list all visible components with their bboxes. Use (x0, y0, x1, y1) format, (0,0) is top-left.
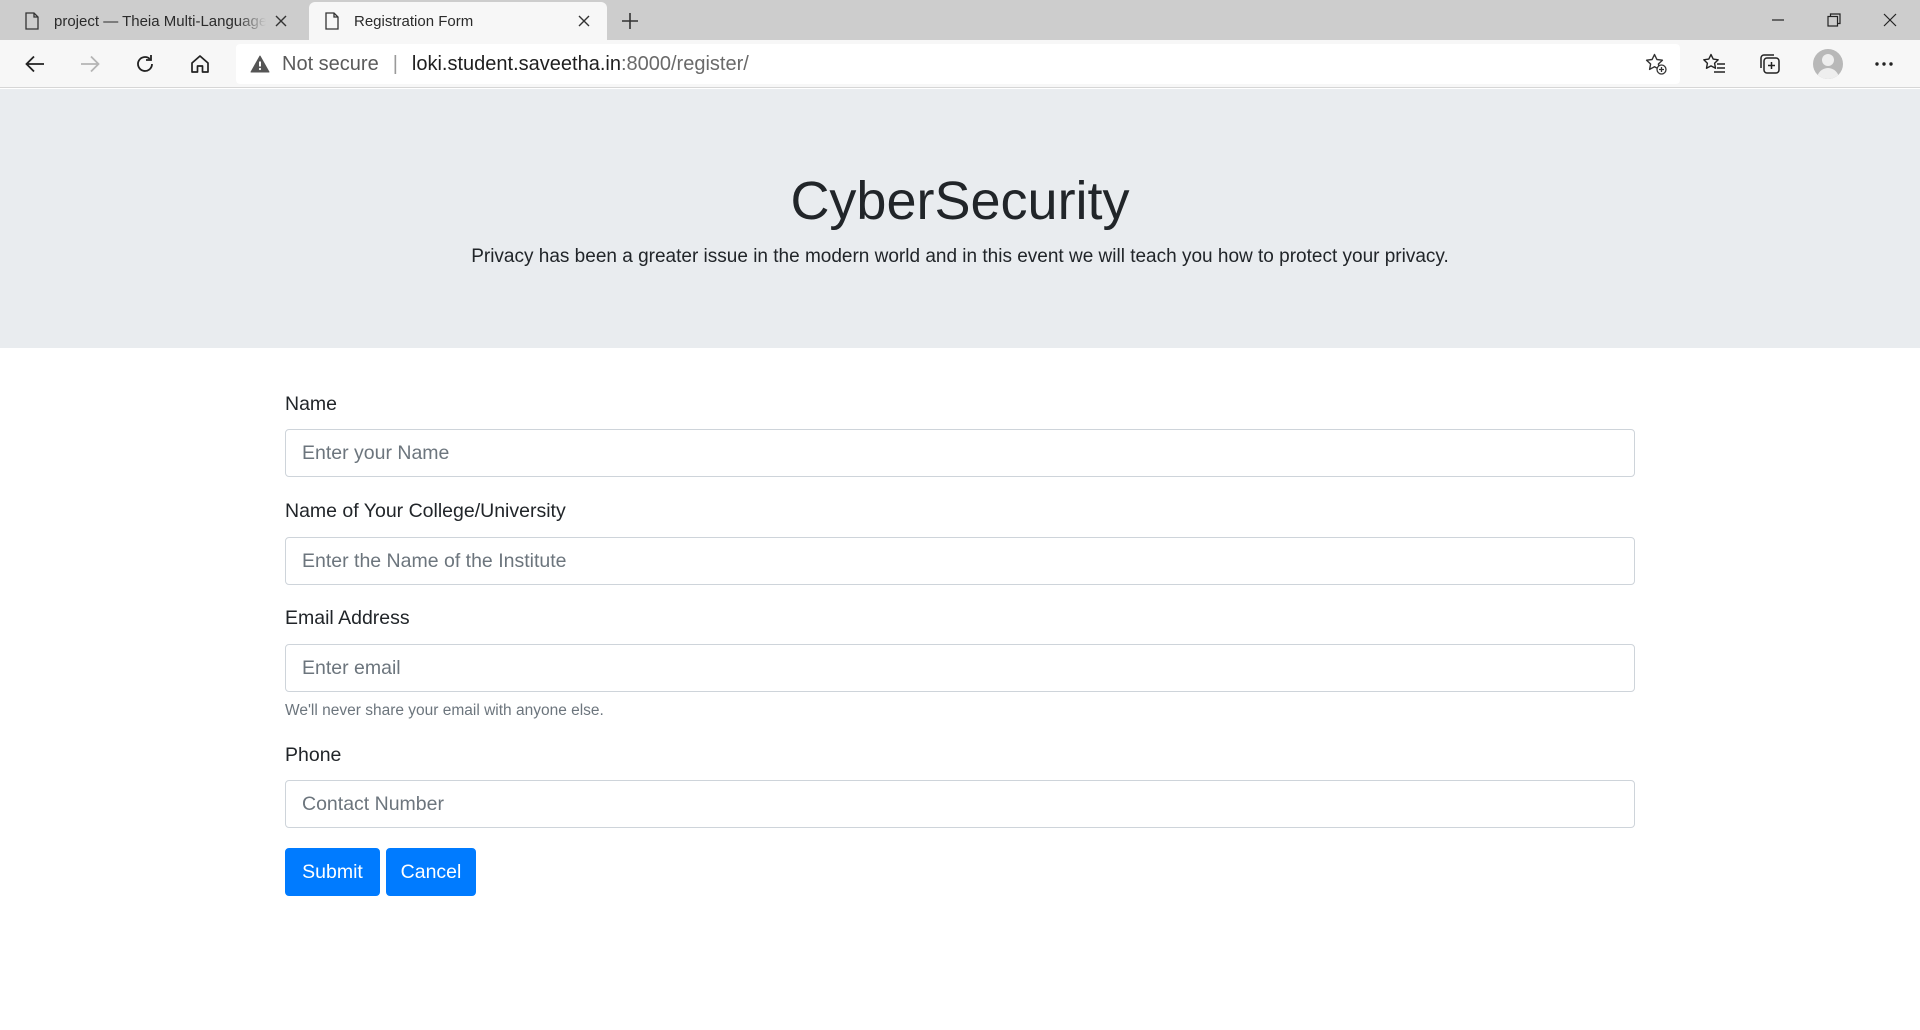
tab-title: Registration Form (354, 12, 474, 30)
collections-button[interactable] (1750, 44, 1790, 84)
college-input[interactable] (285, 537, 1635, 585)
tab-theia-project[interactable]: project — Theia Multi-Language (9, 2, 304, 40)
minimize-button[interactable] (1750, 0, 1806, 40)
favorites-button[interactable] (1694, 44, 1734, 84)
phone-input[interactable] (285, 780, 1635, 828)
restore-button[interactable] (1806, 0, 1862, 40)
warning-icon[interactable] (250, 54, 272, 74)
jumbotron: CyberSecurity Privacy has been a greater… (0, 89, 1920, 348)
phone-group: Phone (285, 741, 1635, 828)
back-arrow-icon (25, 55, 44, 73)
submit-button[interactable]: Submit (285, 848, 380, 896)
url-host[interactable]: loki.student.saveetha.in (412, 53, 621, 76)
phone-label: Phone (285, 744, 342, 766)
restore-icon (1827, 13, 1841, 27)
email-label: Email Address (285, 607, 410, 629)
avatar-body (1817, 68, 1839, 79)
reload-button[interactable] (125, 44, 165, 84)
document-icon (324, 11, 340, 31)
minimize-icon (1772, 19, 1784, 21)
close-tab-icon[interactable] (569, 6, 599, 36)
close-window-button[interactable] (1862, 0, 1918, 40)
reload-icon (137, 55, 153, 72)
address-separator: | (392, 52, 398, 75)
close-tab-icon[interactable] (266, 6, 296, 36)
url-path[interactable]: :8000/register/ (621, 53, 749, 76)
email-help-text: We'll never share your email with anyone… (285, 702, 604, 719)
more-dots-icon (1875, 62, 1893, 66)
tab-strip: project — Theia Multi-Language Registrat… (0, 0, 1920, 40)
document-icon (24, 11, 40, 31)
name-group: Name (285, 390, 1635, 477)
email-input[interactable] (285, 644, 1635, 692)
collections-icon (1760, 54, 1780, 74)
page-title: CyberSecurity (790, 171, 1130, 231)
back-button[interactable] (15, 44, 55, 84)
forward-button[interactable] (70, 44, 110, 84)
star-add-icon[interactable] (1644, 52, 1668, 76)
cancel-button[interactable]: Cancel (386, 848, 476, 896)
tab-title: project — Theia Multi-Language (54, 12, 266, 30)
plus-icon (622, 13, 638, 29)
tab-registration-form[interactable]: Registration Form (309, 2, 607, 40)
more-button[interactable] (1864, 44, 1904, 84)
college-group: Name of Your College/University (285, 497, 1635, 585)
page-subtitle: Privacy has been a greater issue in the … (471, 246, 1449, 267)
name-input[interactable] (285, 429, 1635, 477)
browser-toolbar: Not secure | loki.student.saveetha.in:80… (0, 40, 1920, 88)
forward-arrow-icon (81, 55, 100, 73)
profile-avatar-icon[interactable] (1813, 49, 1843, 79)
name-label: Name (285, 393, 338, 415)
college-label: Name of Your College/University (285, 500, 566, 522)
email-group: Email Address We'll never share your ema… (285, 604, 1635, 719)
address-bar[interactable]: Not secure | loki.student.saveetha.in:80… (236, 44, 1680, 84)
home-button[interactable] (180, 44, 220, 84)
avatar-head (1822, 54, 1834, 66)
security-label[interactable]: Not secure (282, 53, 379, 76)
favorites-icon (1703, 53, 1725, 73)
new-tab-button[interactable] (612, 4, 648, 38)
close-icon (1883, 13, 1897, 27)
home-icon (191, 55, 209, 73)
